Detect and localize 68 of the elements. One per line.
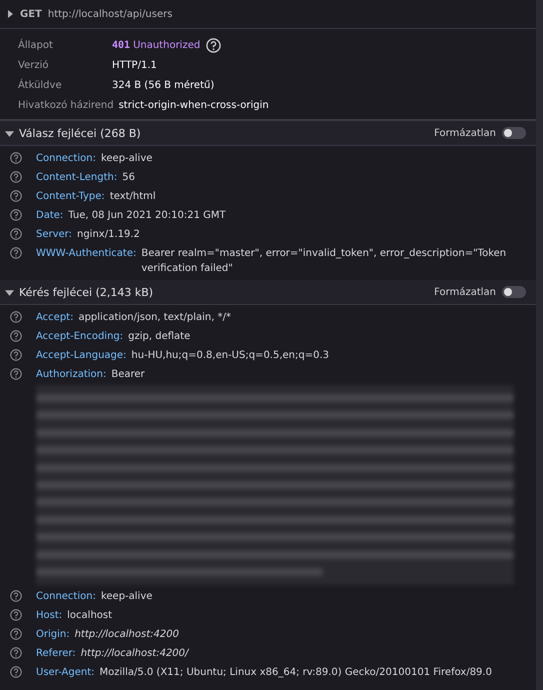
- header-value: localhost: [67, 609, 114, 623]
- header-name: Referer:: [36, 647, 76, 661]
- header-value: hu-HU,hu;q=0.8,en-US;q=0.5,en;q=0.3: [131, 349, 330, 363]
- help-icon[interactable]: [10, 349, 22, 361]
- header-name: Host:: [36, 609, 62, 623]
- header-name: WWW-Authenticate:: [36, 247, 136, 261]
- help-icon[interactable]: [10, 311, 22, 323]
- header-value: gzip, deflate: [128, 330, 192, 344]
- header-name: Connection:: [36, 152, 96, 166]
- help-icon[interactable]: [10, 368, 22, 380]
- help-icon[interactable]: [10, 666, 22, 678]
- help-icon[interactable]: [10, 171, 22, 183]
- header-value: http://localhost:4200: [74, 628, 180, 642]
- section-title: Válasz fejlécei (268 B): [19, 126, 141, 140]
- request-url: http://localhost/api/users: [48, 8, 172, 20]
- help-icon[interactable]: [10, 190, 22, 202]
- header-name: Connection:: [36, 590, 96, 604]
- toggle-label: Formázatlan: [434, 286, 496, 298]
- help-icon[interactable]: [10, 228, 22, 240]
- header-value: Mozilla/5.0 (X11; Ubuntu; Linux x86_64; rv:89.0) Gecko/20100101 Firefox/89.0: [100, 666, 493, 680]
- help-icon[interactable]: [10, 590, 22, 602]
- header-name: Accept-Language:: [36, 349, 126, 363]
- header-value: 56: [122, 171, 136, 185]
- header-value: keep-alive: [100, 590, 154, 604]
- header-name: Accept:: [36, 311, 74, 325]
- status-text: Unauthorized: [133, 40, 200, 50]
- collapse-arrow-icon[interactable]: [5, 128, 14, 138]
- section-title: Kérés fejlécei (2,143 kB): [19, 286, 154, 298]
- section-header[interactable]: Kérés fejlécei (2,143 kB) Formázatlan: [0, 280, 536, 305]
- summary-label: Átküldve: [18, 80, 63, 90]
- help-icon[interactable]: [10, 209, 22, 221]
- header-name: Content-Type:: [36, 190, 105, 204]
- header-value: Tue, 08 Jun 2021 20:10:21 GMT: [68, 209, 227, 223]
- header-value: http://localhost:4200/: [80, 647, 190, 661]
- help-icon[interactable]: [10, 609, 22, 621]
- raw-toggle[interactable]: [502, 286, 526, 298]
- header-value: keep-alive: [100, 152, 154, 166]
- collapse-arrow-icon[interactable]: [5, 288, 14, 296]
- summary-value: strict-origin-when-cross-origin: [118, 100, 269, 110]
- header-name: Origin:: [36, 628, 70, 642]
- header-value: nginx/1.19.2: [77, 228, 141, 242]
- header-value: Bearer: [111, 368, 146, 382]
- header-value: text/html: [110, 190, 157, 204]
- help-icon[interactable]: [206, 38, 222, 52]
- section-header[interactable]: Válasz fejlécei (268 B) Formázatlan: [0, 121, 536, 146]
- summary-value: 324 B (56 B méretű): [112, 80, 214, 90]
- summary-label: Verzió: [18, 60, 50, 70]
- header-name: Content-Length:: [36, 171, 118, 185]
- help-icon[interactable]: [10, 628, 22, 640]
- summary-label: Hivatkozó házirend: [18, 100, 114, 110]
- expand-arrow-icon[interactable]: [6, 10, 14, 18]
- header-value: Bearer realm="master", error="invalid_token", error_description="Token verification failed": [141, 247, 508, 276]
- help-icon[interactable]: [10, 330, 22, 342]
- help-icon[interactable]: [10, 647, 22, 659]
- help-icon[interactable]: [10, 152, 22, 164]
- header-name: Date:: [36, 209, 64, 223]
- request-method: GET: [20, 8, 42, 20]
- header-name: Authorization:: [36, 368, 106, 382]
- help-icon[interactable]: [10, 247, 22, 259]
- header-value: application/json, text/plain, */*: [78, 311, 232, 325]
- toggle-label: Formázatlan: [434, 128, 496, 138]
- header-name: Server:: [36, 228, 72, 242]
- summary-value: HTTP/1.1: [112, 60, 157, 70]
- header-name: Accept-Encoding:: [36, 330, 124, 344]
- status-code: 401: [112, 40, 130, 50]
- header-name: User-Agent:: [36, 666, 95, 680]
- raw-toggle[interactable]: [502, 127, 526, 139]
- summary-label: Állapot: [18, 40, 54, 50]
